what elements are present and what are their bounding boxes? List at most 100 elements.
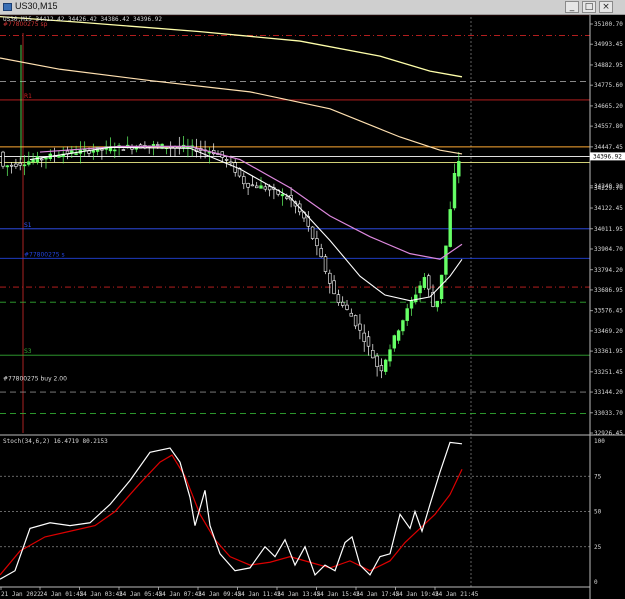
stochastic-pane[interactable] bbox=[0, 441, 590, 580]
candle-body[interactable] bbox=[366, 336, 371, 347]
candle-body[interactable] bbox=[328, 272, 332, 284]
candle-body[interactable] bbox=[452, 173, 457, 209]
price-tick-label: 34447.45 bbox=[594, 144, 623, 151]
candle-body[interactable] bbox=[121, 149, 126, 151]
price-tick-label: 35100.70 bbox=[594, 21, 623, 28]
candle-body[interactable] bbox=[151, 144, 156, 147]
price-tick-label: 33576.45 bbox=[594, 308, 623, 315]
candle-body[interactable] bbox=[353, 315, 358, 327]
candle-body[interactable] bbox=[332, 280, 336, 295]
candle-body[interactable] bbox=[100, 148, 104, 151]
candle-body[interactable] bbox=[336, 294, 341, 303]
candle-body[interactable] bbox=[379, 365, 384, 372]
ma-fast-line bbox=[29, 146, 463, 302]
price-level-label: S1 bbox=[24, 222, 32, 229]
stoch-signal-line bbox=[0, 454, 463, 576]
candle-body[interactable] bbox=[246, 183, 250, 188]
price-level-label: R1 bbox=[24, 93, 32, 100]
candle-body[interactable] bbox=[383, 359, 388, 372]
candle-body[interactable] bbox=[340, 301, 345, 306]
candle-body[interactable] bbox=[242, 176, 246, 185]
candle-body[interactable] bbox=[310, 226, 315, 239]
candle-body[interactable] bbox=[319, 248, 323, 258]
candle-body[interactable] bbox=[5, 165, 10, 168]
candle-body[interactable] bbox=[22, 164, 27, 167]
candle-body[interactable] bbox=[31, 159, 35, 163]
stochastic-label: Stoch(34,6,2) 16.4719 80.2153 bbox=[3, 438, 108, 445]
candle-body[interactable] bbox=[285, 196, 289, 199]
price-level-label: S3 bbox=[24, 348, 32, 355]
price-tick-label: 33144.20 bbox=[594, 389, 623, 396]
window-title: US30,M15 bbox=[15, 1, 58, 11]
time-tick-label: 24 Jan 21:45 bbox=[435, 591, 479, 598]
time-tick-label: 24 Jan 17:45 bbox=[356, 591, 400, 598]
time-tick-label: 24 Jan 07:45 bbox=[159, 591, 203, 598]
candle-body[interactable] bbox=[457, 160, 461, 177]
maximize-button[interactable]: □ bbox=[582, 1, 596, 13]
chart-symbol-info: US30,M15 34412.42 34426.42 34386.42 3439… bbox=[3, 16, 162, 23]
candle-body[interactable] bbox=[255, 185, 259, 189]
stoch-tick-label: 50 bbox=[594, 509, 602, 516]
candle-body[interactable] bbox=[156, 144, 160, 146]
candle-body[interactable] bbox=[1, 151, 5, 167]
candle-body[interactable] bbox=[371, 350, 375, 359]
candle-body[interactable] bbox=[27, 161, 31, 165]
candle-body[interactable] bbox=[315, 238, 319, 247]
candle-body[interactable] bbox=[396, 330, 401, 341]
main-chart-pane[interactable]: R1S1#77800275 sS3#77800275 sp#77800275 b… bbox=[0, 15, 590, 587]
candle-body[interactable] bbox=[267, 186, 272, 191]
price-tick-label: 33251.45 bbox=[594, 369, 623, 376]
candle-body[interactable] bbox=[362, 332, 366, 342]
candle-body[interactable] bbox=[422, 277, 427, 288]
candle-body[interactable] bbox=[401, 320, 405, 332]
candle-body[interactable] bbox=[435, 300, 439, 308]
minimize-button[interactable]: _ bbox=[565, 1, 579, 13]
candle-body[interactable] bbox=[91, 150, 96, 153]
chart-window-icon bbox=[3, 3, 12, 11]
candle-body[interactable] bbox=[35, 156, 40, 163]
ma-slow-line bbox=[39, 145, 463, 260]
candle-body[interactable] bbox=[405, 308, 409, 321]
candle-body[interactable] bbox=[418, 285, 422, 294]
candle-body[interactable] bbox=[113, 149, 117, 152]
candle-body[interactable] bbox=[358, 323, 362, 331]
stoch-tick-label: 100 bbox=[594, 438, 605, 445]
ma-mid-line bbox=[0, 57, 463, 155]
price-tick-label: 34882.95 bbox=[594, 62, 623, 69]
price-tick-label: 34665.20 bbox=[594, 103, 623, 110]
candle-body[interactable] bbox=[250, 184, 255, 187]
candle-body[interactable] bbox=[259, 185, 263, 189]
candle-body[interactable] bbox=[439, 274, 444, 300]
candle-body[interactable] bbox=[14, 163, 18, 167]
candle-body[interactable] bbox=[224, 159, 229, 161]
candle-body[interactable] bbox=[349, 312, 353, 317]
price-tick-label: 34993.45 bbox=[594, 41, 623, 48]
candle-body[interactable] bbox=[392, 335, 396, 349]
candle-body[interactable] bbox=[426, 275, 431, 290]
close-button[interactable]: × bbox=[599, 1, 613, 13]
candle-body[interactable] bbox=[57, 155, 61, 158]
candle-body[interactable] bbox=[18, 162, 22, 166]
candle-body[interactable] bbox=[229, 161, 233, 164]
candle-body[interactable] bbox=[280, 194, 285, 197]
candle-body[interactable] bbox=[409, 300, 414, 309]
time-tick-label: 24 Jan 13:45 bbox=[277, 591, 321, 598]
candle-body[interactable] bbox=[44, 157, 48, 160]
candle-body[interactable] bbox=[39, 158, 44, 161]
candle-body[interactable] bbox=[388, 349, 392, 362]
candle-body[interactable] bbox=[74, 153, 78, 155]
price-tick-label: 32926.45 bbox=[594, 430, 623, 437]
candle-body[interactable] bbox=[448, 209, 452, 247]
window-titlebar[interactable]: US30,M15 _ □ × bbox=[0, 0, 625, 15]
candle-body[interactable] bbox=[375, 355, 379, 367]
candle-body[interactable] bbox=[9, 164, 14, 167]
candle-body[interactable] bbox=[323, 256, 328, 272]
candle-body[interactable] bbox=[345, 304, 349, 310]
price-chart-area[interactable]: R1S1#77800275 sS3#77800275 sp#77800275 b… bbox=[0, 15, 625, 599]
candle-body[interactable] bbox=[414, 294, 418, 303]
price-tick-label: 34775.60 bbox=[594, 82, 623, 89]
price-tick-label: 34557.80 bbox=[594, 123, 623, 130]
candle-body[interactable] bbox=[444, 245, 448, 275]
candle-body[interactable] bbox=[263, 186, 267, 190]
order-label: #77800275 buy 2.00 bbox=[3, 375, 67, 382]
